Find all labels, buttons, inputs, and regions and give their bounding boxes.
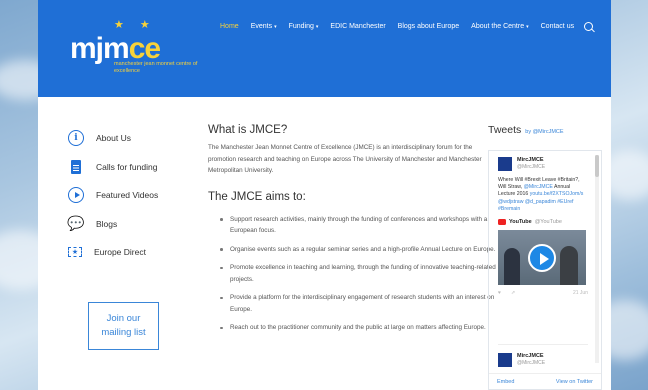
main-content: What is JMCE? The Manchester Jean Monnet…	[208, 124, 498, 341]
heart-icon[interactable]: ♥	[498, 290, 501, 296]
sidebar-item-europe-direct[interactable]: ★ Europe Direct	[68, 238, 188, 267]
sidebar-item-label: Calls for funding	[96, 161, 158, 172]
main-nav: Home Events ▾ Funding ▾ EDIC Manchester Bl…	[214, 22, 594, 31]
chevron-down-icon: ▾	[274, 23, 277, 30]
list-item: Provide a platform for the interdiscipli…	[208, 292, 498, 315]
tweet-text: Where Will #Brexit Leave #Britain?, Will…	[498, 177, 584, 212]
play-icon[interactable]	[528, 244, 556, 273]
twitter-widget: Tweets by @MircJMCE MircJMCE @MircJMCE W…	[488, 124, 602, 390]
twitter-header: Tweets by @MircJMCE	[488, 124, 602, 148]
nav-funding[interactable]: Funding ▾	[283, 22, 325, 31]
nav-about-the-centre[interactable]: About the Centre ▾	[465, 22, 534, 31]
intro-paragraph: The Manchester Jean Monnet Centre of Exc…	[208, 144, 482, 174]
aims-heading: The JMCE aims to:	[208, 190, 306, 203]
twitter-timeline[interactable]: MircJMCE @MircJMCE Where Will #Brexit Le…	[488, 150, 602, 390]
join-mailing-list-button[interactable]: Join our mailing list	[88, 302, 159, 350]
sidebar-item-about-us[interactable]: i About Us	[68, 124, 188, 153]
youtube-icon	[498, 219, 506, 226]
avatar[interactable]	[498, 157, 512, 171]
sidebar-item-featured-videos[interactable]: Featured Videos	[68, 181, 188, 210]
sidebar-item-calls-for-funding[interactable]: Calls for funding	[68, 153, 188, 182]
search-icon[interactable]	[584, 22, 594, 31]
chevron-down-icon: ▾	[315, 23, 319, 30]
share-icon[interactable]: ⇗	[511, 290, 515, 296]
logo-tagline: manchester jean monnet centre of excelle…	[114, 61, 198, 74]
sidebar-item-label: Featured Videos	[96, 190, 159, 201]
site-logo[interactable]: ★★ mjmce manchester jean monnet centre o…	[70, 16, 210, 86]
calculator-icon	[71, 159, 81, 174]
tweet: MircJMCE @MircJMCE	[498, 344, 588, 367]
logo-stars: ★★	[114, 19, 166, 31]
sidebar-item-label: Blogs	[96, 218, 118, 229]
page-title: What is JMCE?	[208, 124, 288, 136]
nav-blogs-about-europe[interactable]: Blogs about Europe	[392, 22, 466, 31]
page-container: ★★ mjmce manchester jean monnet centre o…	[38, 0, 611, 390]
avatar[interactable]	[498, 353, 512, 367]
sidebar-item-label: About Us	[96, 133, 131, 144]
chevron-down-icon: ▾	[526, 23, 529, 30]
twitter-title: Tweets	[488, 124, 522, 136]
list-item: Organise events such as a regular semina…	[208, 244, 498, 256]
embed-link[interactable]: Embed	[497, 379, 514, 385]
nav-home[interactable]: Home	[214, 22, 245, 31]
nav-contact-us[interactable]: Contact us	[535, 22, 580, 31]
play-icon	[68, 187, 84, 204]
tweet: MircJMCE @MircJMCE Where Will #Brexit Le…	[498, 157, 588, 296]
sidebar-item-blogs[interactable]: 💬 Blogs	[67, 210, 188, 239]
list-item: Support research activities, mainly thro…	[208, 214, 498, 237]
site-header: ★★ mjmce manchester jean monnet centre o…	[38, 0, 611, 97]
tweet-actions: ♥ ⇗ 21 Jun	[498, 290, 588, 296]
tweet-mention-link[interactable]: @MircJMCE	[524, 184, 553, 190]
list-item: Reach out to the practitioner community …	[208, 322, 498, 334]
nav-edic-manchester[interactable]: EDIC Manchester	[324, 22, 391, 31]
chat-icon: 💬	[67, 215, 85, 232]
europe-direct-icon: ★	[68, 247, 82, 258]
twitter-footer: Embed View on Twitter	[489, 373, 601, 389]
info-icon: i	[68, 130, 84, 147]
nav-events[interactable]: Events ▾	[245, 22, 283, 31]
aims-list: Support research activities, mainly thro…	[208, 214, 498, 334]
timeline-scrollbar[interactable]	[595, 155, 599, 363]
twitter-by-link[interactable]: by @MircJMCE	[525, 129, 563, 135]
video-thumbnail[interactable]	[498, 230, 586, 286]
youtube-card-header[interactable]: YouTube @YouTube	[498, 219, 588, 226]
tweet-time[interactable]: 21 Jun	[573, 290, 588, 296]
sidebar-item-label: Europe Direct	[94, 247, 146, 258]
sidebar: i About Us Calls for funding Featured Vi…	[67, 124, 188, 267]
list-item: Promote excellence in teaching and learn…	[208, 262, 498, 285]
view-on-twitter-link[interactable]: View on Twitter	[556, 379, 593, 385]
